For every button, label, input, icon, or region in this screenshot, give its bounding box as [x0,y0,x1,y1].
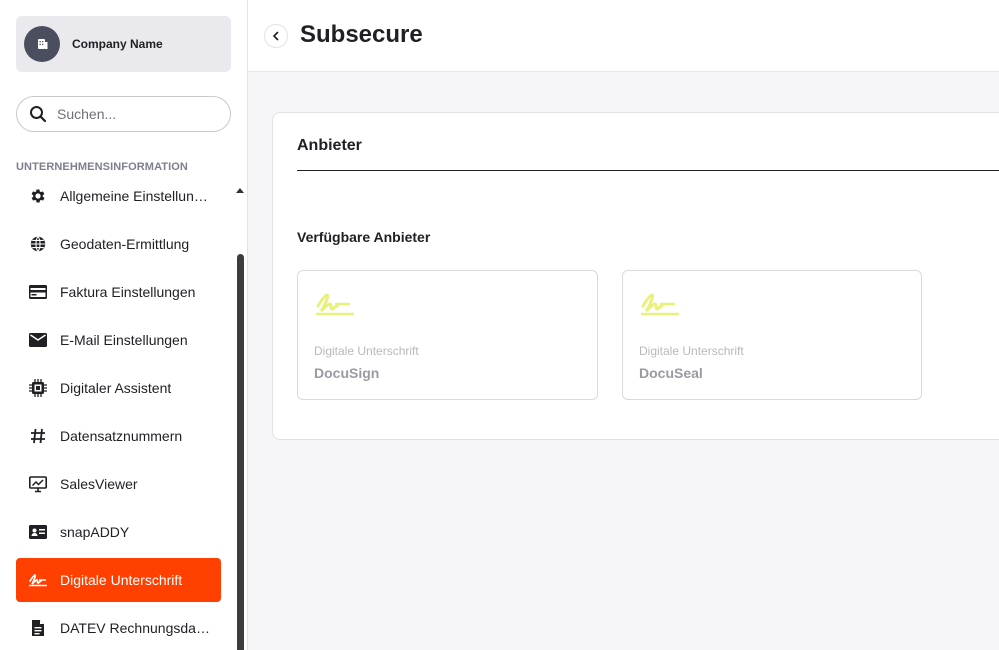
signature-logo-icon [316,293,354,316]
sidebar-item-allgemeine-einstellungen[interactable]: Allgemeine Einstellungen [16,174,221,218]
providers-section-title: Verfügbare Anbieter [297,229,431,245]
sidebar-item-label: SalesViewer [60,476,138,492]
back-button[interactable] [264,24,288,48]
sidebar-item-label: Faktura Einstellungen [60,284,196,300]
company-name: Company Name [72,37,163,51]
divider [297,170,999,171]
provider-card-docuseal[interactable]: Digitale Unterschrift DocuSeal [622,270,922,400]
sidebar-item-faktura[interactable]: Faktura Einstellungen [16,270,221,314]
monitor-chart-icon [28,474,48,494]
sidebar-item-email[interactable]: E-Mail Einstellungen [16,318,221,362]
document-icon [28,618,48,638]
sidebar-scrollbar[interactable] [237,254,244,650]
sidebar-item-label: Digitaler Assistent [60,380,172,396]
gear-icon [28,186,48,206]
provider-card-docusign[interactable]: Digitale Unterschrift DocuSign [297,270,598,400]
search-input[interactable] [57,106,217,122]
main-content: Anbieter Verfügbare Anbieter Digitale Un… [248,72,999,650]
sidebar-item-datev[interactable]: DATEV Rechnungsdaten [16,606,221,650]
sidebar-item-label: Geodaten-Ermittlung [60,236,190,252]
sidebar-item-label: snapADDY [60,524,130,540]
signature-logo-icon [641,293,679,316]
provider-category: Digitale Unterschrift [639,344,744,358]
company-switcher[interactable]: Company Name [16,16,231,72]
id-card-icon [28,522,48,542]
sidebar-item-label: Digitale Unterschrift [60,572,183,588]
sidebar-item-salesviewer[interactable]: SalesViewer [16,462,221,506]
hash-icon [28,426,48,446]
signature-icon [28,570,48,590]
card-title: Anbieter [297,137,362,154]
sidebar-item-geodaten[interactable]: Geodaten-Ermittlung [16,222,221,266]
sidebar-item-label: Datensatznummern [60,428,183,444]
chip-icon [28,378,48,398]
section-label: UNTERNEHMENSINFORMATION [16,161,188,173]
sidebar-item-label: Allgemeine Einstellungen [60,188,210,204]
sidebar-item-digitaler-assistent[interactable]: Digitaler Assistent [16,366,221,410]
sidebar-item-label: DATEV Rechnungsdaten [60,620,210,636]
search-icon [30,106,47,123]
building-icon [38,39,48,49]
sidebar-item-datensatznummern[interactable]: Datensatznummern [16,414,221,458]
sidebar-item-label: E-Mail Einstellungen [60,332,188,348]
sidebar-item-snapaddy[interactable]: snapADDY [16,510,221,554]
provider-name: DocuSign [314,365,380,381]
globe-icon [28,234,48,254]
company-avatar [24,26,60,62]
page-header: Subsecure [248,0,999,72]
scroll-up-arrow-icon[interactable] [236,188,244,193]
page-title: Subsecure [300,21,423,48]
sidebar-item-digitale-unterschrift[interactable]: Digitale Unterschrift [16,558,221,602]
credit-card-icon [28,282,48,302]
provider-category: Digitale Unterschrift [314,344,419,358]
provider-name: DocuSeal [639,365,703,381]
mail-icon [28,330,48,350]
sidebar: Company Name UNTERNEHMENSINFORMATION All… [0,0,248,650]
chevron-left-icon [272,31,279,41]
providers-card: Anbieter Verfügbare Anbieter Digitale Un… [272,112,999,440]
search-box[interactable] [16,96,231,132]
